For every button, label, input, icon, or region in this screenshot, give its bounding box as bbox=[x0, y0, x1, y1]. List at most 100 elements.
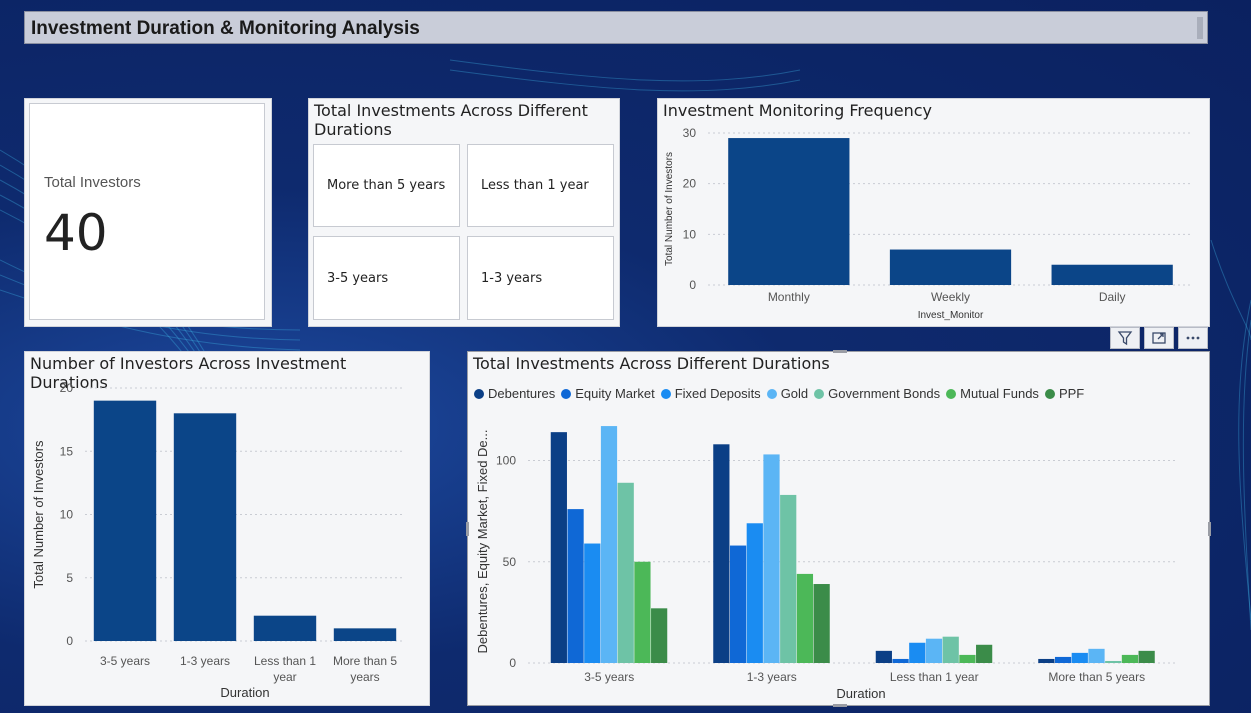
legend-label: Mutual Funds bbox=[960, 386, 1039, 401]
monitoring-chart: 0 10 20 30 Monthly Weekly Daily Invest_Monitor T… bbox=[664, 126, 1193, 321]
focus-mode-icon[interactable] bbox=[1144, 327, 1174, 349]
x-tick-label: 3-5 years bbox=[100, 654, 150, 668]
instruments-legend: Debentures Equity Market Fixed Deposits Gol… bbox=[474, 386, 1090, 401]
x-tick-label: More than 5 years bbox=[1048, 670, 1145, 684]
bar bbox=[567, 509, 584, 663]
legend-item[interactable]: Mutual Funds bbox=[946, 386, 1039, 401]
bar bbox=[1138, 650, 1155, 663]
legend-item[interactable]: PPF bbox=[1044, 386, 1084, 401]
bar bbox=[93, 400, 157, 641]
kpi-value: 40 bbox=[44, 204, 108, 262]
x-tick-label: 1-3 years bbox=[747, 670, 797, 684]
bar bbox=[713, 444, 730, 663]
legend-swatch bbox=[561, 388, 572, 399]
legend-label: Equity Market bbox=[575, 386, 655, 401]
bar bbox=[909, 642, 926, 663]
bar bbox=[976, 644, 993, 663]
x-tick-label: Less than 1 year bbox=[254, 654, 316, 684]
y-tick-label: 10 bbox=[683, 227, 697, 241]
legend-item[interactable]: Gold bbox=[766, 386, 809, 401]
bar bbox=[959, 654, 976, 663]
y-tick-label: 30 bbox=[683, 126, 697, 140]
x-axis-label: Invest_Monitor bbox=[918, 310, 984, 321]
bar bbox=[875, 650, 892, 663]
slicer-option-3-5-years[interactable]: 3-5 years bbox=[313, 236, 460, 320]
y-tick-label: 0 bbox=[509, 656, 516, 670]
slicer-option-less-than-1-year[interactable]: Less than 1 year bbox=[467, 144, 614, 227]
slicer-title: Total Investments Across Different Durat… bbox=[314, 101, 588, 139]
x-axis-label: Duration bbox=[836, 686, 885, 700]
bar bbox=[173, 413, 237, 641]
bar bbox=[796, 573, 814, 663]
slicer-option-more-than-5-years[interactable]: More than 5 years bbox=[313, 144, 460, 227]
bar bbox=[617, 482, 634, 663]
page-title-bar: Investment Duration & Monitoring Analysi… bbox=[24, 11, 1208, 44]
more-options-icon[interactable] bbox=[1178, 327, 1208, 349]
y-tick-label: 15 bbox=[60, 444, 74, 458]
legend-label: Government Bonds bbox=[828, 386, 941, 401]
x-tick-label: Daily bbox=[1099, 290, 1126, 304]
y-axis-label: Debentures, Equity Market, Fixed De... bbox=[475, 430, 490, 654]
bar bbox=[333, 628, 397, 641]
x-tick-label: 3-5 years bbox=[584, 670, 634, 684]
bar bbox=[892, 658, 909, 663]
bar bbox=[889, 249, 1012, 285]
bar bbox=[1088, 648, 1105, 663]
y-axis-label: Total Number of Investors bbox=[31, 440, 46, 589]
resize-handle-bottom[interactable] bbox=[833, 704, 847, 707]
bar bbox=[763, 454, 780, 663]
legend-item[interactable]: Debentures bbox=[474, 386, 555, 401]
legend-label: Debentures bbox=[488, 386, 556, 401]
x-tick-label: Less than 1 year bbox=[890, 670, 979, 684]
instruments-chart: 0 50 100 3-5 years 1-3 years Less than 1 year… bbox=[475, 426, 1178, 700]
legend-swatch bbox=[946, 388, 957, 399]
monitoring-chart-card[interactable]: Investment Monitoring Frequency 0 10 20 30 M… bbox=[657, 98, 1210, 327]
y-tick-label: 20 bbox=[683, 177, 697, 191]
y-tick-label: 10 bbox=[60, 508, 74, 522]
duration-slicer: Total Investments Across Different Durat… bbox=[308, 98, 620, 327]
y-tick-label: 100 bbox=[496, 454, 516, 468]
x-tick-label: Weekly bbox=[931, 290, 970, 304]
monitoring-chart-title: Investment Monitoring Frequency bbox=[663, 101, 933, 120]
bar bbox=[780, 494, 797, 663]
page-title: Investment Duration & Monitoring Analysi… bbox=[31, 18, 420, 39]
x-tick-label: 1-3 years bbox=[180, 654, 230, 668]
title-scroll-grip[interactable] bbox=[1197, 17, 1203, 39]
x-tick-label: More than 5 years bbox=[333, 654, 397, 684]
bar bbox=[634, 561, 651, 663]
legend-label: Gold bbox=[780, 386, 809, 401]
legend-item[interactable]: Government Bonds bbox=[814, 386, 940, 401]
bar bbox=[1038, 658, 1055, 663]
slicer-option-1-3-years[interactable]: 1-3 years bbox=[467, 236, 614, 320]
y-tick-label: 0 bbox=[66, 634, 73, 648]
x-tick-label: Monthly bbox=[768, 290, 810, 304]
y-tick-label: 0 bbox=[689, 278, 696, 292]
bar bbox=[1105, 660, 1122, 663]
legend-item[interactable]: Fixed Deposits bbox=[660, 386, 761, 401]
bar bbox=[728, 138, 850, 285]
legend-swatch bbox=[814, 388, 825, 399]
instruments-chart-card[interactable]: Total Investments Across Different Durat… bbox=[466, 350, 1211, 707]
duration-chart: 0 5 10 15 20 3-5 years 1-3 years Less than 1 yea… bbox=[31, 381, 405, 700]
bar bbox=[729, 545, 747, 663]
filter-icon[interactable] bbox=[1110, 327, 1140, 349]
legend-swatch bbox=[766, 388, 777, 399]
bar bbox=[1071, 652, 1088, 663]
resize-handle-right[interactable] bbox=[1208, 522, 1211, 536]
resize-handle-left[interactable] bbox=[466, 522, 469, 536]
legend-swatch bbox=[474, 388, 484, 399]
kpi-card[interactable]: Total Investors 40 bbox=[24, 98, 272, 327]
kpi-inner: Total Investors 40 bbox=[29, 103, 265, 320]
y-tick-label: 5 bbox=[66, 571, 73, 585]
duration-chart-card[interactable]: Number of Investors Across Investment Du… bbox=[24, 351, 430, 706]
bar bbox=[550, 432, 567, 663]
y-axis-label: Total Number of Investors bbox=[664, 152, 675, 266]
y-tick-label: 50 bbox=[503, 555, 517, 569]
bar bbox=[746, 523, 763, 663]
bar bbox=[600, 426, 618, 663]
instruments-chart-title: Total Investments Across Different Durat… bbox=[473, 354, 830, 373]
bar bbox=[651, 608, 668, 663]
resize-handle-top[interactable] bbox=[833, 350, 847, 353]
legend-item[interactable]: Equity Market bbox=[561, 386, 655, 401]
legend-swatch bbox=[1044, 388, 1055, 399]
